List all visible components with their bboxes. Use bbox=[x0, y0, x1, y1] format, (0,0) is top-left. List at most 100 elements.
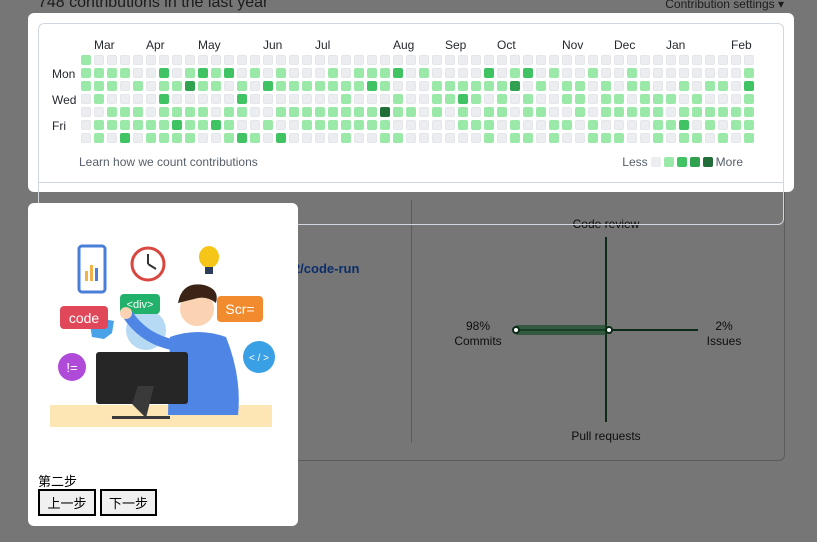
contribution-day[interactable] bbox=[341, 55, 351, 65]
contribution-day[interactable] bbox=[523, 107, 533, 117]
contribution-day[interactable] bbox=[458, 68, 468, 78]
contribution-day[interactable] bbox=[510, 81, 520, 91]
contribution-day[interactable] bbox=[393, 81, 403, 91]
contribution-day[interactable] bbox=[601, 133, 611, 143]
contribution-day[interactable] bbox=[315, 55, 325, 65]
contribution-day[interactable] bbox=[354, 107, 364, 117]
contribution-day[interactable] bbox=[640, 120, 650, 130]
contribution-day[interactable] bbox=[211, 120, 221, 130]
contribution-day[interactable] bbox=[289, 55, 299, 65]
contribution-day[interactable] bbox=[94, 107, 104, 117]
contribution-day[interactable] bbox=[185, 94, 195, 104]
contribution-day[interactable] bbox=[289, 133, 299, 143]
contribution-day[interactable] bbox=[406, 94, 416, 104]
contribution-day[interactable] bbox=[601, 55, 611, 65]
contribution-day[interactable] bbox=[679, 55, 689, 65]
contribution-day[interactable] bbox=[341, 133, 351, 143]
contribution-day[interactable] bbox=[536, 55, 546, 65]
contribution-day[interactable] bbox=[354, 68, 364, 78]
contribution-day[interactable] bbox=[562, 133, 572, 143]
contribution-day[interactable] bbox=[523, 68, 533, 78]
contribution-day[interactable] bbox=[406, 107, 416, 117]
contribution-day[interactable] bbox=[172, 133, 182, 143]
contribution-day[interactable] bbox=[393, 120, 403, 130]
contribution-day[interactable] bbox=[640, 68, 650, 78]
contribution-day[interactable] bbox=[406, 120, 416, 130]
contribution-day[interactable] bbox=[432, 55, 442, 65]
contribution-day[interactable] bbox=[81, 68, 91, 78]
contribution-day[interactable] bbox=[588, 81, 598, 91]
contribution-day[interactable] bbox=[536, 81, 546, 91]
contribution-day[interactable] bbox=[471, 94, 481, 104]
contribution-day[interactable] bbox=[549, 120, 559, 130]
contribution-day[interactable] bbox=[419, 81, 429, 91]
contribution-day[interactable] bbox=[484, 120, 494, 130]
contribution-day[interactable] bbox=[653, 133, 663, 143]
contribution-day[interactable] bbox=[159, 81, 169, 91]
contribution-day[interactable] bbox=[107, 107, 117, 117]
contribution-day[interactable] bbox=[627, 94, 637, 104]
contribution-day[interactable] bbox=[679, 68, 689, 78]
contribution-day[interactable] bbox=[185, 133, 195, 143]
contribution-day[interactable] bbox=[276, 81, 286, 91]
contribution-day[interactable] bbox=[94, 133, 104, 143]
contribution-day[interactable] bbox=[627, 81, 637, 91]
contribution-day[interactable] bbox=[588, 55, 598, 65]
contribution-day[interactable] bbox=[354, 120, 364, 130]
contribution-day[interactable] bbox=[250, 94, 260, 104]
contribution-day[interactable] bbox=[601, 94, 611, 104]
contribution-day[interactable] bbox=[653, 81, 663, 91]
contribution-day[interactable] bbox=[575, 120, 585, 130]
contribution-day[interactable] bbox=[328, 55, 338, 65]
contribution-day[interactable] bbox=[341, 81, 351, 91]
contribution-day[interactable] bbox=[614, 68, 624, 78]
contribution-day[interactable] bbox=[263, 94, 273, 104]
contribution-day[interactable] bbox=[380, 120, 390, 130]
contribution-day[interactable] bbox=[666, 133, 676, 143]
contribution-day[interactable] bbox=[510, 133, 520, 143]
contribution-day[interactable] bbox=[393, 133, 403, 143]
contribution-day[interactable] bbox=[133, 68, 143, 78]
contribution-day[interactable] bbox=[510, 55, 520, 65]
contribution-day[interactable] bbox=[614, 120, 624, 130]
contribution-day[interactable] bbox=[276, 107, 286, 117]
contribution-day[interactable] bbox=[692, 55, 702, 65]
contribution-day[interactable] bbox=[536, 68, 546, 78]
contribution-day[interactable] bbox=[731, 94, 741, 104]
contribution-day[interactable] bbox=[276, 55, 286, 65]
contribution-day[interactable] bbox=[523, 81, 533, 91]
contribution-day[interactable] bbox=[692, 68, 702, 78]
contribution-day[interactable] bbox=[94, 55, 104, 65]
contribution-day[interactable] bbox=[276, 120, 286, 130]
contribution-day[interactable] bbox=[419, 133, 429, 143]
contribution-day[interactable] bbox=[445, 133, 455, 143]
contribution-day[interactable] bbox=[497, 68, 507, 78]
contribution-day[interactable] bbox=[289, 107, 299, 117]
contribution-day[interactable] bbox=[731, 81, 741, 91]
contribution-day[interactable] bbox=[523, 94, 533, 104]
contribution-day[interactable] bbox=[445, 120, 455, 130]
contribution-day[interactable] bbox=[445, 107, 455, 117]
previous-step-button[interactable]: 上一步 bbox=[38, 489, 96, 516]
contribution-day[interactable] bbox=[289, 94, 299, 104]
contribution-day[interactable] bbox=[601, 81, 611, 91]
contribution-day[interactable] bbox=[159, 120, 169, 130]
contribution-day[interactable] bbox=[276, 94, 286, 104]
contribution-day[interactable] bbox=[744, 55, 754, 65]
contribution-day[interactable] bbox=[562, 107, 572, 117]
contribution-day[interactable] bbox=[341, 68, 351, 78]
contribution-day[interactable] bbox=[172, 120, 182, 130]
contribution-day[interactable] bbox=[302, 55, 312, 65]
contribution-day[interactable] bbox=[393, 94, 403, 104]
contribution-day[interactable] bbox=[302, 81, 312, 91]
contribution-day[interactable] bbox=[159, 68, 169, 78]
contribution-day[interactable] bbox=[471, 81, 481, 91]
contribution-day[interactable] bbox=[497, 81, 507, 91]
contribution-day[interactable] bbox=[510, 120, 520, 130]
contribution-day[interactable] bbox=[614, 107, 624, 117]
contribution-day[interactable] bbox=[653, 55, 663, 65]
contribution-day[interactable] bbox=[497, 133, 507, 143]
contribution-day[interactable] bbox=[627, 133, 637, 143]
contribution-day[interactable] bbox=[120, 94, 130, 104]
contribution-day[interactable] bbox=[445, 55, 455, 65]
